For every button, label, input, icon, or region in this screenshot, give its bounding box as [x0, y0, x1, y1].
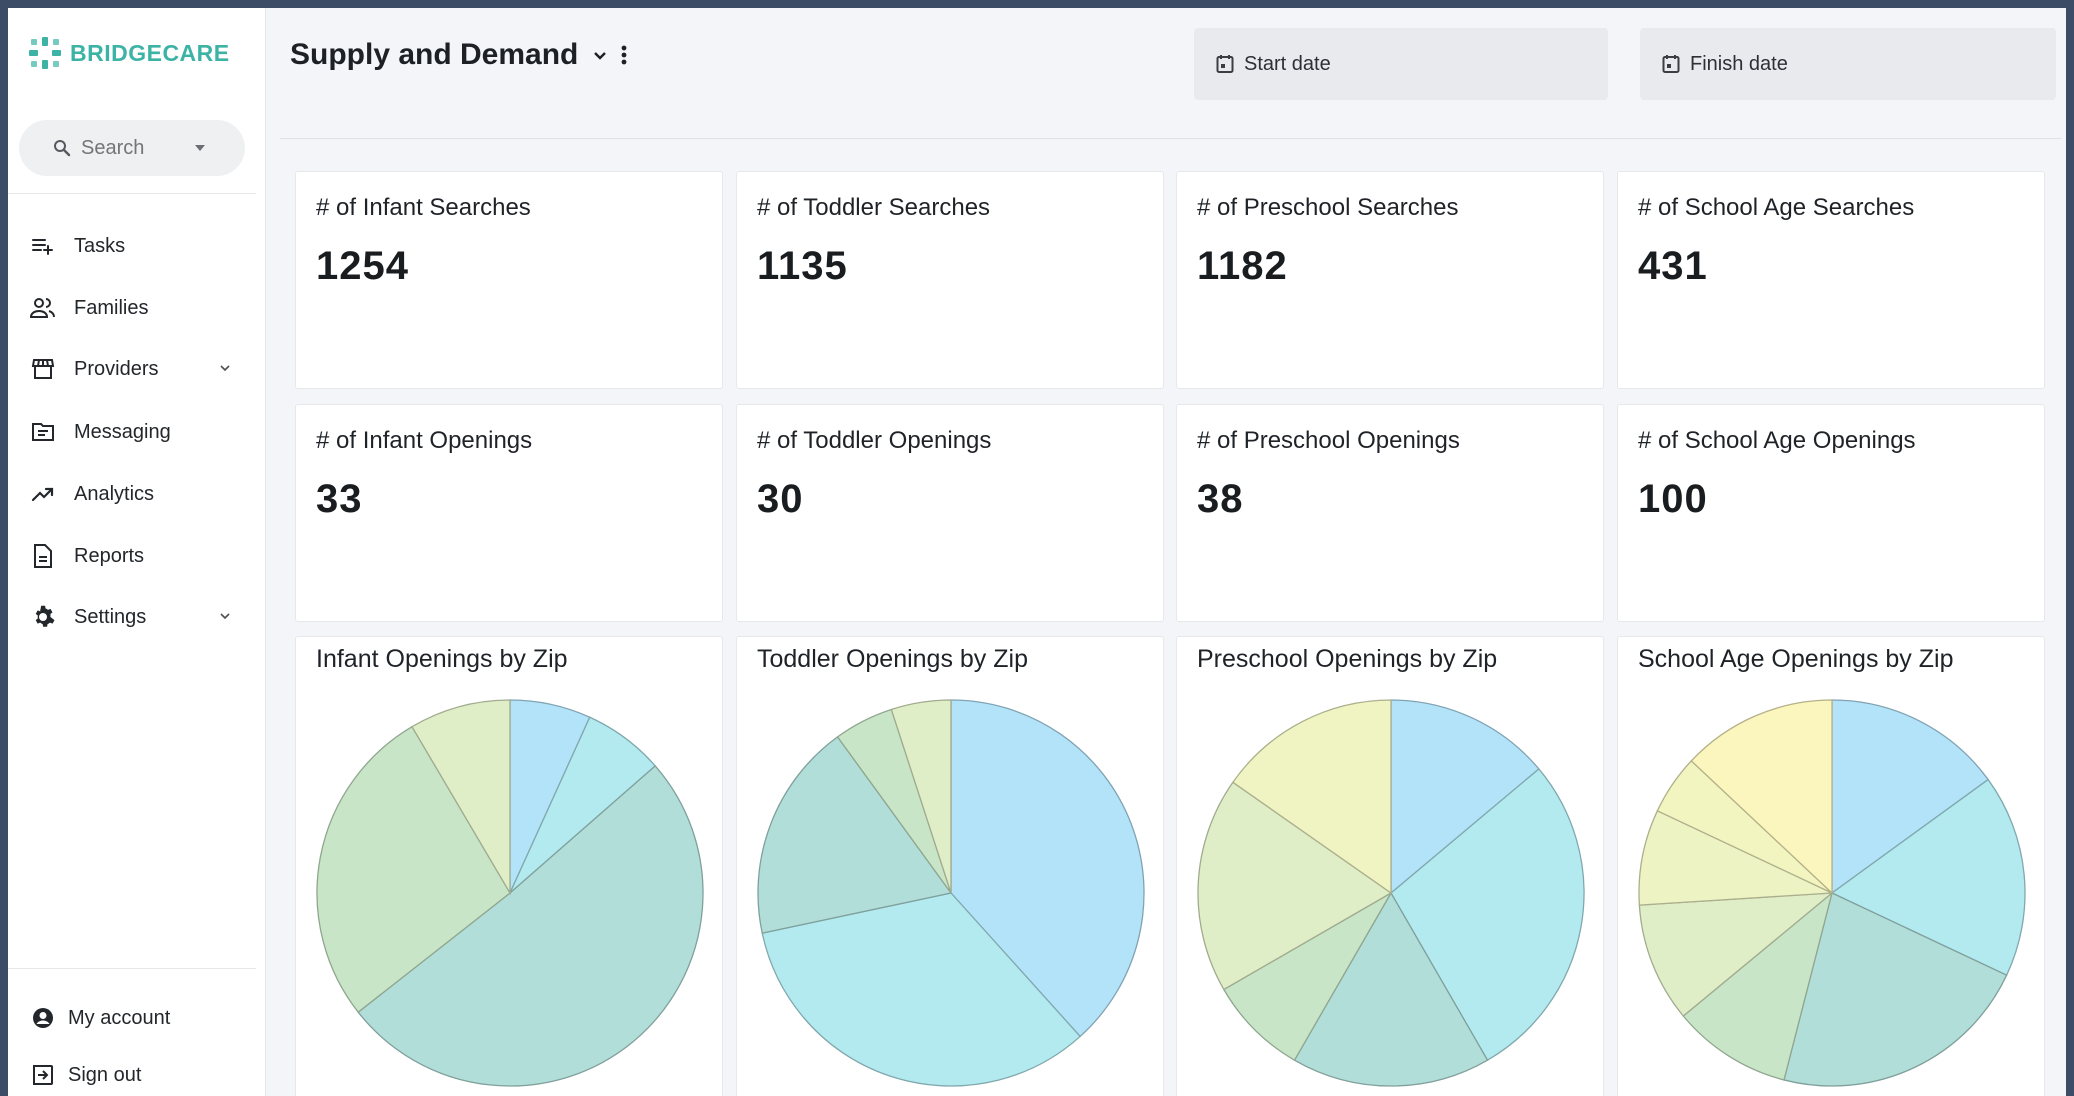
sidebar-item-label: Settings: [74, 605, 147, 628]
stat-value: 30: [757, 477, 804, 521]
my-account-label: My account: [68, 1006, 171, 1029]
stat-card-toddler-openings: # of Toddler Openings 30: [736, 404, 1164, 622]
stat-label: # of Infant Searches: [316, 194, 531, 221]
chart-card-infant-openings-by-zip: Infant Openings by Zip: [295, 636, 723, 1096]
sign-out-icon: [33, 1065, 53, 1085]
trending-up-icon: [31, 487, 54, 502]
stat-label: # of School Age Openings: [1638, 427, 1916, 454]
messaging-icon: [32, 423, 54, 441]
chart-card-preschool-openings-by-zip: Preschool Openings by Zip: [1176, 636, 1604, 1096]
families-icon: [30, 298, 55, 318]
sidebar-item-settings[interactable]: Settings: [30, 597, 240, 637]
chevron-down-icon[interactable]: [218, 361, 232, 375]
gear-icon: [35, 605, 55, 627]
stat-value: 1135: [757, 244, 848, 288]
my-account-link[interactable]: My account: [30, 998, 240, 1038]
sign-out-link[interactable]: Sign out: [30, 1055, 240, 1095]
bridgecare-logo-icon: [29, 37, 61, 69]
sidebar-footer-divider: [8, 968, 256, 969]
pie-chart-infant[interactable]: [314, 697, 706, 1089]
stat-value: 38: [1197, 477, 1244, 521]
sidebar-item-label: Reports: [74, 544, 145, 567]
sidebar-item-label: Tasks: [74, 234, 126, 257]
calendar-icon: [1216, 55, 1234, 73]
page-title: Supply and Demand: [290, 38, 579, 71]
chart-title: School Age Openings by Zip: [1638, 645, 1954, 673]
account-circle-icon: [33, 1008, 53, 1028]
stat-label: # of Preschool Openings: [1197, 427, 1460, 454]
stat-label: # of Toddler Searches: [757, 194, 991, 221]
stat-card-preschool-openings: # of Preschool Openings 38: [1176, 404, 1604, 622]
stat-label: # of Infant Openings: [316, 427, 533, 454]
sidebar-item-label: Messaging: [74, 420, 171, 443]
stat-value: 1182: [1197, 244, 1288, 288]
page-header: Supply and Demand Start date Finish date: [266, 8, 2066, 138]
pie-chart-school-age[interactable]: [1636, 697, 2028, 1089]
chart-card-toddler-openings-by-zip: Toddler Openings by Zip: [736, 636, 1164, 1096]
sidebar-item-providers[interactable]: Providers: [30, 349, 240, 389]
search-box[interactable]: [19, 120, 245, 176]
sidebar-divider: [8, 193, 256, 194]
pie-chart-preschool[interactable]: [1195, 697, 1587, 1089]
chevron-down-icon[interactable]: [590, 45, 610, 65]
stat-label: # of Preschool Searches: [1197, 194, 1459, 221]
stat-label: # of School Age Searches: [1638, 194, 1915, 221]
chart-title: Infant Openings by Zip: [316, 645, 568, 673]
search-dropdown-icon[interactable]: [195, 145, 205, 151]
sidebar-item-families[interactable]: Families: [30, 288, 240, 328]
sidebar-item-label: Analytics: [74, 482, 155, 505]
sidebar-item-label: Providers: [74, 357, 159, 380]
store-icon: [31, 359, 55, 379]
sidebar-item-tasks[interactable]: Tasks: [30, 226, 240, 266]
calendar-icon: [1662, 55, 1680, 73]
start-date-placeholder: Start date: [1244, 52, 1331, 75]
sidebar-item-messaging[interactable]: Messaging: [30, 412, 240, 452]
document-icon: [34, 544, 52, 568]
sidebar-item-analytics[interactable]: Analytics: [30, 474, 240, 514]
page-title-group[interactable]: Supply and Demand: [290, 38, 630, 72]
stat-label: # of Toddler Openings: [757, 427, 992, 454]
stat-value: 1254: [316, 244, 409, 288]
stat-card-infant-searches: # of Infant Searches 1254: [295, 171, 723, 389]
stat-card-school-age-searches: # of School Age Searches 431: [1617, 171, 2045, 389]
chart-card-school-age-openings-by-zip: School Age Openings by Zip: [1617, 636, 2045, 1096]
stat-value: 100: [1638, 477, 1708, 521]
app-window: BRIDGECARE Tasks Families Providers M: [8, 8, 2066, 1096]
start-date-field[interactable]: Start date: [1194, 28, 1608, 100]
brand-logo[interactable]: BRIDGECARE: [28, 36, 230, 70]
stat-card-toddler-searches: # of Toddler Searches 1135: [736, 171, 1164, 389]
stat-value: 33: [316, 477, 363, 521]
stat-value: 431: [1638, 244, 1708, 288]
header-divider: [280, 138, 2062, 139]
stat-card-preschool-searches: # of Preschool Searches 1182: [1176, 171, 1604, 389]
chart-title: Toddler Openings by Zip: [757, 645, 1028, 673]
search-input[interactable]: [81, 136, 201, 160]
search-icon: [54, 140, 71, 157]
chevron-down-icon[interactable]: [218, 609, 232, 623]
pie-chart-toddler[interactable]: [755, 697, 1147, 1089]
sidebar-item-reports[interactable]: Reports: [30, 536, 240, 576]
brand-name: BRIDGECARE: [70, 39, 230, 66]
sign-out-label: Sign out: [68, 1063, 142, 1086]
more-vertical-icon[interactable]: [618, 44, 630, 66]
sidebar: BRIDGECARE Tasks Families Providers M: [8, 8, 266, 1096]
finish-date-field[interactable]: Finish date: [1640, 28, 2056, 100]
sidebar-item-label: Families: [74, 296, 149, 319]
tasks-icon: [32, 239, 53, 255]
chart-title: Preschool Openings by Zip: [1197, 645, 1498, 673]
finish-date-placeholder: Finish date: [1690, 52, 1788, 75]
stat-card-infant-openings: # of Infant Openings 33: [295, 404, 723, 622]
stat-card-school-age-openings: # of School Age Openings 100: [1617, 404, 2045, 622]
